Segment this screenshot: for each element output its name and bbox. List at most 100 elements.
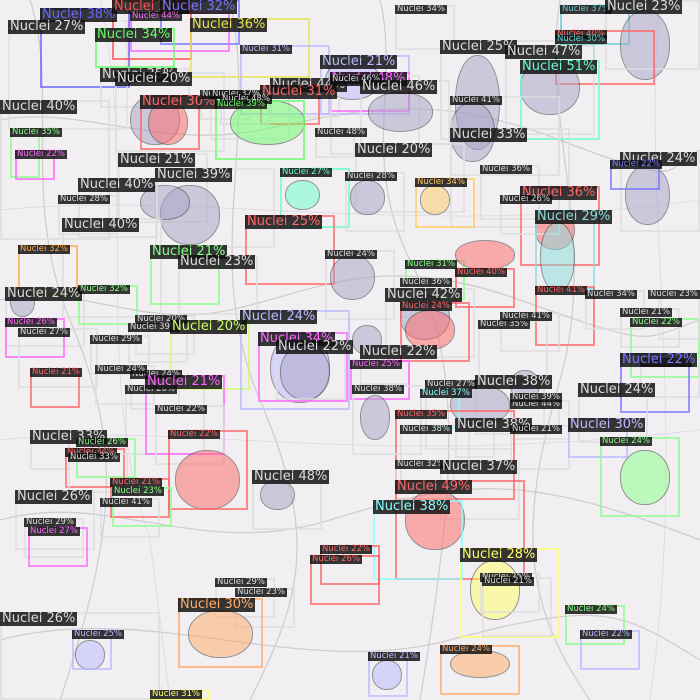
detection-score-label: Nuclei 22% bbox=[168, 429, 220, 440]
detection-score-label: Nuclei 22% bbox=[15, 149, 67, 160]
detection-score-label: Nuclei 33% bbox=[450, 127, 528, 143]
detection-score-label: Nuclei 44% bbox=[130, 11, 182, 22]
detection-score-label: Nuclei 24% bbox=[400, 301, 452, 312]
detection-score-label: Nuclei 22% bbox=[580, 629, 632, 640]
detection-score-label: Nuclei 29% bbox=[90, 334, 142, 345]
detection-score-label: Nuclei 24% bbox=[440, 644, 492, 655]
detection-score-label: Nuclei 34% bbox=[415, 177, 467, 188]
detection-score-label: Nuclei 22% bbox=[360, 344, 438, 360]
detection-score-label: Nuclei 36% bbox=[190, 17, 268, 33]
detection-score-label: Nuclei 26% bbox=[5, 317, 57, 328]
detection-score-label: Nuclei 37% bbox=[420, 388, 472, 399]
detection-score-label: Nuclei 38% bbox=[475, 374, 553, 390]
detection-score-label: Nuclei 24% bbox=[5, 286, 83, 302]
detection-score-label: Nuclei 24% bbox=[565, 604, 617, 615]
detection-score-label: Nuclei 28% bbox=[345, 171, 397, 182]
detection-score-label: Nuclei 20% bbox=[170, 319, 248, 335]
detection-score-label: Nuclei 40% bbox=[78, 177, 156, 193]
detection-score-label: Nuclei 38% bbox=[373, 499, 451, 515]
detection-score-label: Nuclei 26% bbox=[500, 194, 552, 205]
detection-score-label: Nuclei 40% bbox=[0, 99, 78, 115]
detection-score-label: Nuclei 35% bbox=[478, 319, 530, 330]
detection-score-label: Nuclei 41% bbox=[535, 285, 587, 296]
detection-score-label: Nuclei 21% bbox=[118, 152, 196, 168]
detection-score-label: Nuclei 24% bbox=[240, 309, 318, 325]
segmentation-canvas: Nuclei 38% Nuclei 27% Nuclei 25% Nuclei 32%… bbox=[0, 0, 700, 700]
detection-score-label: Nuclei 23% bbox=[235, 587, 287, 598]
detection-score-label: Nuclei 22% bbox=[320, 544, 372, 555]
detection-score-label: Nuclei 41% bbox=[500, 311, 552, 322]
detection-score-label: Nuclei 26% bbox=[0, 611, 78, 627]
detection-score-label: Nuclei 26% bbox=[15, 489, 93, 505]
detection-score-label: Nuclei 34% bbox=[585, 289, 637, 300]
detection-score-label: Nuclei 41% bbox=[100, 497, 152, 508]
detection-score-label: Nuclei 27% bbox=[28, 526, 80, 537]
detection-score-label: Nuclei 31% bbox=[240, 44, 292, 55]
detection-score-label: Nuclei 25% bbox=[72, 629, 124, 640]
detection-score-label: Nuclei 31% bbox=[150, 689, 202, 700]
detection-score-label: Nuclei 21% bbox=[368, 651, 420, 662]
detection-score-label: Nuclei 27% bbox=[8, 19, 86, 35]
detection-score-label: Nuclei 27% bbox=[280, 167, 332, 178]
detection-score-label: Nuclei 28% bbox=[460, 547, 538, 563]
detection-score-label: Nuclei 37% bbox=[440, 459, 518, 475]
detection-score-label: Nuclei 20% bbox=[115, 71, 193, 87]
detection-score-label: Nuclei 23% bbox=[112, 486, 164, 497]
detection-score-label: Nuclei 48% bbox=[252, 469, 330, 485]
detection-score-label: Nuclei 46% bbox=[360, 79, 438, 95]
detection-score-label: Nuclei 39% bbox=[510, 392, 562, 403]
detection-score-label: Nuclei 39% bbox=[155, 167, 233, 183]
detection-score-label: Nuclei 34% bbox=[395, 4, 447, 15]
detection-score-label: Nuclei 22% bbox=[155, 404, 207, 415]
detection-score-label: Nuclei 25% bbox=[245, 214, 323, 230]
detection-score-label: Nuclei 21% bbox=[30, 367, 82, 378]
detection-score-label: Nuclei 25% bbox=[350, 359, 402, 370]
detection-score-label: Nuclei 40% bbox=[455, 267, 507, 278]
detection-score-label: Nuclei 35% bbox=[10, 127, 62, 138]
detection-score-label: Nuclei 21% bbox=[145, 374, 223, 390]
detection-score-label: Nuclei 20% bbox=[355, 142, 433, 158]
detection-score-label: Nuclei 30% bbox=[555, 34, 607, 45]
detection-score-label: Nuclei 23% bbox=[605, 0, 683, 15]
detection-score-label: Nuclei 30% bbox=[178, 597, 256, 613]
detection-box bbox=[168, 430, 248, 510]
detection-score-label: Nuclei 23% bbox=[648, 289, 700, 300]
detection-score-label: Nuclei 35% bbox=[395, 409, 447, 420]
nucleus-mask bbox=[455, 240, 515, 270]
detection-score-label: Nuclei 24% bbox=[95, 364, 147, 375]
detection-score-label: Nuclei 28% bbox=[58, 194, 110, 205]
detection-score-label: Nuclei 32% bbox=[18, 244, 70, 255]
detection-score-label: Nuclei 27% bbox=[18, 327, 70, 338]
detection-score-label: Nuclei 39% bbox=[215, 99, 267, 110]
detection-score-label: Nuclei 41% bbox=[450, 95, 502, 106]
detection-box bbox=[600, 437, 680, 517]
detection-score-label: Nuclei 24% bbox=[578, 382, 656, 398]
detection-score-label: Nuclei 23% bbox=[178, 254, 256, 270]
detection-score-label: Nuclei 48% bbox=[315, 127, 367, 138]
detection-score-label: Nuclei 24% bbox=[600, 436, 652, 447]
detection-score-label: Nuclei 42% bbox=[385, 287, 463, 303]
detection-score-label: Nuclei 38% bbox=[352, 384, 404, 395]
detection-score-label: Nuclei 47% bbox=[505, 44, 583, 60]
detection-score-label: Nuclei 49% bbox=[395, 479, 473, 495]
detection-score-label: Nuclei 21% bbox=[482, 576, 534, 587]
detection-score-label: Nuclei 22% bbox=[276, 339, 354, 355]
detection-score-label: Nuclei 21% bbox=[320, 54, 398, 70]
detection-score-label: Nuclei 33% bbox=[68, 452, 120, 463]
detection-score-label: Nuclei 22% bbox=[610, 159, 662, 170]
detection-score-label: Nuclei 38% bbox=[400, 424, 452, 435]
detection-score-label: Nuclei 36% bbox=[400, 277, 452, 288]
detection-score-label: Nuclei 40% bbox=[62, 217, 140, 233]
detection-score-label: Nuclei 32% bbox=[78, 284, 130, 295]
detection-score-label: Nuclei 26% bbox=[310, 554, 362, 565]
detection-score-label: Nuclei 34% bbox=[95, 27, 173, 43]
detection-score-label: Nuclei 31% bbox=[405, 259, 457, 270]
detection-score-label: Nuclei 51% bbox=[520, 59, 598, 75]
detection-score-label: Nuclei 36% bbox=[480, 164, 532, 175]
detection-score-label: Nuclei 22% bbox=[620, 352, 698, 368]
detection-score-label: Nuclei 29% bbox=[215, 577, 267, 588]
detection-score-label: Nuclei 21% bbox=[620, 307, 672, 318]
detection-score-label: Nuclei 24% bbox=[325, 249, 377, 260]
detection-score-label: Nuclei 29% bbox=[535, 209, 613, 225]
detection-score-label: Nuclei 26% bbox=[76, 437, 128, 448]
